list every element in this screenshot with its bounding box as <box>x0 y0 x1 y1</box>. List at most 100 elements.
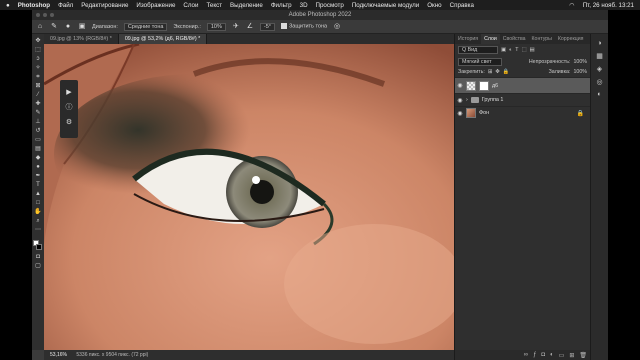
eyedropper-tool-icon[interactable]: ⁄ <box>34 92 42 99</box>
quick-select-tool-icon[interactable]: ✧ <box>34 65 42 72</box>
wifi-icon[interactable]: ◠ <box>569 2 574 9</box>
layer-mask-thumbnail[interactable] <box>479 80 489 91</box>
filter-pixel-icon[interactable]: ▣ <box>501 47 506 53</box>
brush-settings-icon[interactable]: ▣ <box>78 23 86 31</box>
brush-tool-icon[interactable]: ✎ <box>34 110 42 117</box>
protect-tones-checkbox[interactable]: Защитить тона <box>280 23 327 30</box>
tab-history[interactable]: История <box>455 34 481 44</box>
eye-icon[interactable]: ◉ <box>457 97 463 104</box>
apple-logo-icon[interactable]: ● <box>6 2 10 9</box>
hand-tool-icon[interactable]: ✋ <box>34 209 42 216</box>
tab-document-2[interactable]: 09.jpg @ 53,2% (д6, RGB/8#) * <box>118 34 208 44</box>
layer-name[interactable]: Фон <box>479 110 489 116</box>
adjustments-panel-icon[interactable]: ◐ <box>597 91 601 98</box>
play-action-icon[interactable]: ▶ <box>66 88 71 96</box>
layers-panel-icon[interactable]: ◈ <box>597 65 602 73</box>
menu-edit[interactable]: Редактирование <box>81 2 128 9</box>
trash-icon[interactable]: 🗑 <box>579 352 587 359</box>
home-icon[interactable]: ⌂ <box>36 23 44 31</box>
tab-document-1[interactable]: 09.jpg @ 13% (RGB/8#) * <box>44 34 119 44</box>
menu-plugins[interactable]: Подключаемые модули <box>352 2 419 9</box>
color-panel-icon[interactable]: ◑ <box>597 40 601 47</box>
lasso-tool-icon[interactable]: ↄ <box>34 56 42 63</box>
layer-kind-select[interactable]: Q Вид <box>458 46 498 54</box>
layer-row-group1[interactable]: ◉ › Группа 1 <box>455 93 590 106</box>
new-layer-icon[interactable]: ⊞ <box>569 352 574 359</box>
screen-mode-icon[interactable]: ▢ <box>34 263 42 270</box>
rectangle-tool-icon[interactable]: □ <box>34 200 42 207</box>
menu-layers[interactable]: Слои <box>183 2 198 9</box>
path-select-tool-icon[interactable]: ▲ <box>34 191 42 198</box>
angle-input[interactable]: -5° <box>259 22 275 31</box>
menu-window[interactable]: Окно <box>427 2 441 9</box>
zoom-level[interactable]: 53,16% <box>50 352 67 358</box>
marquee-tool-icon[interactable]: ⬚ <box>34 47 42 54</box>
add-mask-icon[interactable]: ◘ <box>541 352 545 358</box>
menu-view[interactable]: Просмотр <box>316 2 344 9</box>
filter-smart-icon[interactable]: ▤ <box>529 47 534 53</box>
background-color[interactable] <box>36 244 42 250</box>
document-info[interactable]: 5336 пикс. x 9504 пикс. (72 ppi) <box>76 352 148 358</box>
blur-tool-icon[interactable]: ◆ <box>34 155 42 162</box>
eye-icon[interactable]: ◉ <box>457 110 463 117</box>
color-swatches[interactable] <box>33 240 43 252</box>
tab-properties[interactable]: Свойства <box>500 34 529 44</box>
channels-panel-icon[interactable]: ◎ <box>596 78 602 86</box>
filter-adjust-icon[interactable]: ◐ <box>509 47 512 53</box>
zoom-tool-icon[interactable]: ⌕ <box>34 218 42 225</box>
exposure-input[interactable]: 10% <box>206 22 226 31</box>
history-brush-tool-icon[interactable]: ↺ <box>34 128 42 135</box>
info-icon[interactable]: ⓘ <box>66 102 73 112</box>
range-select[interactable]: Средние тона <box>123 22 168 31</box>
stamp-tool-icon[interactable]: ⊥ <box>34 119 42 126</box>
frame-tool-icon[interactable]: ⊠ <box>34 83 42 90</box>
clock-text[interactable]: Пт, 26 нояб. 13:21 <box>583 2 634 9</box>
pressure-icon[interactable]: ◎ <box>333 23 341 31</box>
eraser-tool-icon[interactable]: ▭ <box>34 137 42 144</box>
document-canvas[interactable] <box>44 44 454 350</box>
lock-pixels-icon[interactable]: ⊞ <box>488 69 492 75</box>
brush-preset-icon[interactable]: ● <box>64 23 72 31</box>
menu-image[interactable]: Изображение <box>136 2 175 9</box>
gradient-tool-icon[interactable]: ▤ <box>34 146 42 153</box>
fill-value[interactable]: 100% <box>573 69 587 75</box>
more-tools-icon[interactable]: ⋯ <box>34 227 42 234</box>
quick-mask-icon[interactable]: ◘ <box>34 254 42 261</box>
close-window-button[interactable] <box>36 13 40 17</box>
filter-shape-icon[interactable]: ⬚ <box>521 47 526 53</box>
layer-row-background[interactable]: ◉ Фон 🔒 <box>455 106 590 119</box>
chevron-right-icon[interactable]: › <box>466 97 468 103</box>
settings-icon[interactable]: ⚙ <box>66 118 72 126</box>
opacity-value[interactable]: 100% <box>573 59 587 65</box>
menu-3d[interactable]: 3D <box>300 2 308 9</box>
layer-name[interactable]: д6 <box>492 83 498 89</box>
type-tool-icon[interactable]: T <box>34 182 42 189</box>
lock-all-icon[interactable]: 🔒 <box>503 69 510 75</box>
healing-tool-icon[interactable]: ✚ <box>34 101 42 108</box>
move-tool-icon[interactable]: ✥ <box>34 38 42 45</box>
airbrush-icon[interactable]: ✈ <box>232 23 240 31</box>
layer-name[interactable]: Группа 1 <box>482 97 504 103</box>
crop-tool-icon[interactable]: ⌗ <box>34 74 42 81</box>
dodge-tool-icon-active[interactable]: ● <box>34 164 42 171</box>
menu-help[interactable]: Справка <box>450 2 474 9</box>
tab-paths[interactable]: Контуры <box>529 34 555 44</box>
filter-type-icon[interactable]: T <box>515 47 518 53</box>
blend-mode-select[interactable]: Мягкий свет <box>458 57 502 66</box>
link-layers-icon[interactable]: ∞ <box>524 352 528 358</box>
layer-row-d6[interactable]: ◉ д6 <box>455 77 590 93</box>
menu-select[interactable]: Выделение <box>230 2 263 9</box>
new-group-icon[interactable]: ▭ <box>559 352 565 359</box>
dodge-tool-icon[interactable]: ✎ <box>50 23 58 31</box>
menu-app-name[interactable]: Photoshop <box>18 2 50 9</box>
tab-layers[interactable]: Слои <box>481 34 500 44</box>
fx-icon[interactable]: ƒ <box>533 352 536 358</box>
eye-icon[interactable]: ◉ <box>457 82 463 89</box>
menu-file[interactable]: Файл <box>58 2 73 9</box>
menu-filter[interactable]: Фильтр <box>271 2 292 9</box>
pen-tool-icon[interactable]: ✒ <box>34 173 42 180</box>
menu-type[interactable]: Текст <box>206 2 222 9</box>
lock-position-icon[interactable]: ✥ <box>495 69 499 75</box>
swatches-panel-icon[interactable]: ▦ <box>596 52 603 60</box>
minimize-window-button[interactable] <box>43 13 47 17</box>
